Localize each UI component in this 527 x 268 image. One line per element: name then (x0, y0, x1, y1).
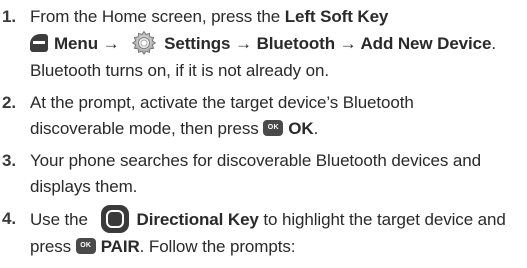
settings-gear-icon (132, 30, 157, 55)
arrow: → (97, 34, 125, 53)
directional-key-label: Directional Key (136, 210, 259, 229)
step-text: press (30, 237, 76, 256)
step-number: 2. (2, 93, 16, 112)
step-line: Use the Directional Key to highlight the… (30, 205, 521, 234)
step-number: 4. (2, 209, 16, 228)
step-3: 3. Your phone searches for discoverable … (0, 148, 527, 200)
step-line: At the prompt, activate the target devic… (30, 93, 414, 112)
step-line: Menu → Settings → Bluetooth → Add New De… (30, 30, 521, 58)
arrow: → (230, 34, 257, 53)
step-line: From the Home screen, press the Left Sof… (30, 4, 521, 30)
step-text: From the Home screen, press the (30, 7, 285, 26)
step-body: From the Home screen, press the Left Sof… (30, 4, 527, 84)
arrow: → (334, 34, 361, 53)
menu-label: Menu (54, 34, 98, 53)
step-body: At the prompt, activate the target devic… (30, 90, 527, 142)
directional-key-icon (100, 205, 129, 234)
step-text: to highlight the target device and (258, 210, 506, 229)
step-4: 4. Use the Directional Key to highlight … (0, 205, 527, 260)
left-soft-key-icon (30, 34, 48, 53)
step-2: 2. At the prompt, activate the target de… (0, 90, 527, 142)
ok-key-icon: OK (75, 238, 96, 255)
step-line: press OK PAIR. Follow the prompts: (30, 234, 521, 260)
step-line: displays them. (30, 177, 138, 196)
step-line: discoverable mode, then press OK OK. (30, 116, 521, 142)
ok-key-icon: OK (263, 120, 284, 137)
step-body: Use the Directional Key to highlight the… (30, 205, 527, 260)
pair-label: PAIR (100, 237, 140, 256)
step-text: . Follow the prompts: (139, 237, 296, 256)
step-line: Bluetooth turns on, if it is not already… (30, 61, 329, 80)
step-number: 3. (2, 151, 16, 170)
step-text: . (313, 119, 319, 138)
step-1: 1. From the Home screen, press the Left … (0, 4, 527, 84)
step-text: . (491, 34, 496, 53)
settings-label: Settings (164, 34, 231, 53)
step-text: Use the (30, 210, 93, 229)
step-text: discoverable mode, then press (30, 119, 264, 138)
step-number: 1. (2, 7, 16, 26)
instruction-steps: 1. From the Home screen, press the Left … (0, 0, 527, 260)
step-line: Your phone searches for discoverable Blu… (30, 151, 481, 170)
step-body: Your phone searches for discoverable Blu… (30, 148, 527, 200)
bluetooth-label: Bluetooth (256, 34, 336, 53)
settings-gear-icon (130, 29, 158, 57)
add-new-device-label: Add New Device (360, 34, 492, 53)
left-soft-key-label: Left Soft Key (284, 7, 389, 26)
ok-label: OK (288, 119, 314, 138)
